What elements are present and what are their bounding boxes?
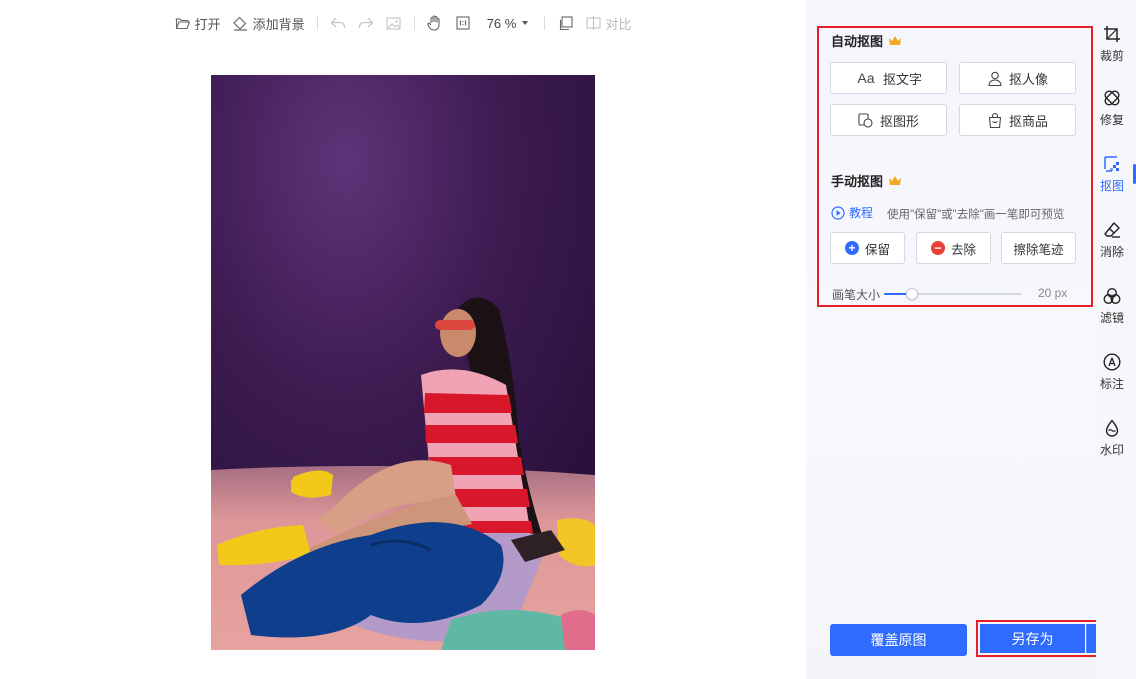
add-background-button[interactable]: 添加背景 [227,11,311,35]
compare-icon [585,15,601,31]
toolbar-divider [544,16,546,30]
rail-item-annotate[interactable]: 标注 [1096,352,1128,392]
annotate-icon [1102,352,1122,372]
undo-button[interactable] [324,11,352,35]
rail-item-watermark[interactable]: 水印 [1096,418,1128,458]
copy-button[interactable] [551,11,579,35]
compare-label: 对比 [605,16,632,32]
rail-item-label: 水印 [1099,443,1124,457]
zoom-dropdown[interactable]: 76 % [477,16,539,31]
one-to-one-icon [455,15,471,31]
folder-open-icon [175,15,191,31]
highlight-box [817,26,1093,307]
copy-icon [557,15,573,31]
rail-item-erase[interactable]: 消除 [1096,220,1128,260]
pan-button[interactable] [421,11,449,35]
rail-item-label: 滤镜 [1099,311,1124,325]
watermark-icon [1102,418,1122,438]
add-background-label: 添加背景 [252,16,305,32]
rail-item-crop[interactable]: 裁剪 [1096,24,1128,64]
undo-icon [330,15,346,31]
cutout-icon [1102,154,1122,174]
rail-item-label: 裁剪 [1099,49,1124,63]
eraser-icon [1102,220,1122,240]
save-as-highlight: 另存为 [976,620,1116,657]
hand-icon [427,15,443,31]
cover-original-button[interactable]: 覆盖原图 [830,624,967,656]
save-as-label: 另存为 [1011,630,1054,647]
editor-canvas[interactable] [0,46,806,679]
rail-item-label: 抠图 [1099,179,1124,193]
toolbar-divider [316,16,318,30]
image-button[interactable] [380,11,408,35]
actual-size-button[interactable] [449,11,477,35]
redo-icon [358,15,374,31]
redo-button[interactable] [352,11,380,35]
rail-item-label: 修复 [1099,113,1124,127]
cover-original-label: 覆盖原图 [870,632,927,648]
rail-item-filter[interactable]: 滤镜 [1096,286,1128,326]
edited-photo[interactable] [211,75,595,650]
save-as-button[interactable]: 另存为 [980,624,1085,653]
caret-down-icon [522,21,529,25]
image-icon [386,15,402,31]
filter-icon [1102,286,1122,306]
zoom-value: 76 % [486,15,517,31]
paint-bucket-icon [233,15,249,31]
crop-icon [1102,24,1122,44]
open-label: 打开 [194,16,221,32]
photo-illustration [211,75,595,650]
toolbar-divider [413,16,415,30]
compare-button[interactable]: 对比 [579,11,637,35]
rail-item-cutout[interactable]: 抠图 [1096,154,1128,194]
bandage-icon [1102,88,1122,108]
rail-item-label: 消除 [1099,245,1124,259]
top-toolbar: 打开 添加背景 76 % 对比 [0,0,806,46]
rail-item-label: 标注 [1099,377,1124,391]
open-button[interactable]: 打开 [169,11,227,35]
rail-item-repair[interactable]: 修复 [1096,88,1128,128]
